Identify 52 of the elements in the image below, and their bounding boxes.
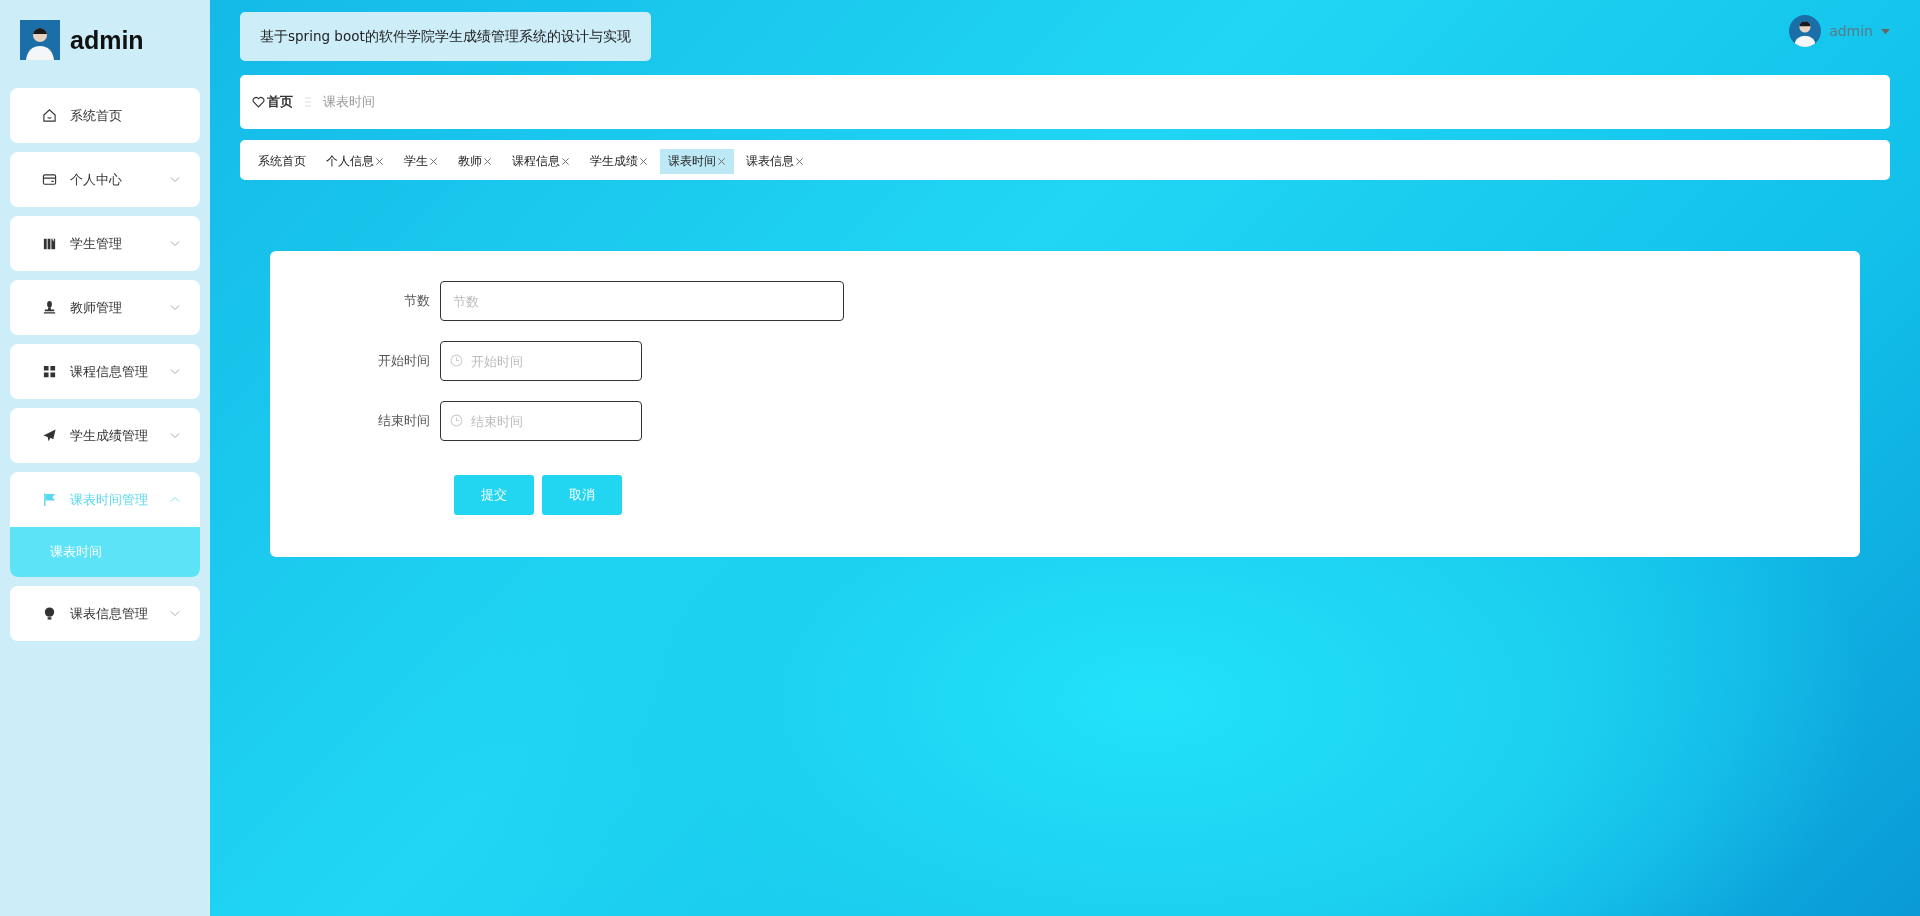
tab[interactable]: 个人信息: [318, 149, 392, 174]
time-picker-field[interactable]: 结束时间: [440, 401, 642, 441]
tab[interactable]: 课程信息: [504, 149, 578, 174]
close-icon[interactable]: [483, 157, 492, 166]
tab[interactable]: 课表时间: [660, 149, 734, 174]
grid-icon: [42, 364, 57, 379]
caret-icon: [1881, 27, 1890, 35]
home-icon: [42, 108, 57, 123]
flag-icon: [42, 492, 57, 507]
tab[interactable]: 学生成绩: [582, 149, 656, 174]
breadcrumb-link[interactable]: 首页: [267, 93, 293, 111]
close-icon[interactable]: [795, 157, 804, 166]
field-label: 结束时间: [377, 412, 431, 430]
avatar: [1789, 15, 1822, 47]
menu-item[interactable]: 学生成绩管理: [10, 408, 200, 463]
close-icon[interactable]: [375, 157, 384, 166]
clock-icon: [450, 354, 463, 367]
menu-item[interactable]: 系统首页: [10, 88, 200, 143]
close-icon[interactable]: [717, 157, 726, 166]
time-picker-field[interactable]: 开始时间: [440, 341, 642, 381]
chevron-up-icon: [170, 496, 180, 503]
chevron-down-icon: [170, 432, 180, 439]
breadcrumb-item: 课表时间: [323, 93, 375, 111]
clock-icon: [450, 414, 463, 427]
tab[interactable]: 课表信息: [738, 149, 812, 174]
paper-plane-icon: [42, 428, 57, 443]
card-icon: [42, 172, 57, 187]
tab[interactable]: 学生: [396, 149, 446, 174]
input-field[interactable]: 节数: [440, 281, 844, 321]
books-icon: [42, 236, 57, 251]
close-icon[interactable]: [639, 157, 648, 166]
chevron-down-icon: [170, 368, 180, 375]
menu-item[interactable]: 课程信息管理: [10, 344, 200, 399]
close-icon[interactable]: [561, 157, 570, 166]
chevron-down-icon: [170, 610, 180, 617]
tab[interactable]: 系统首页: [250, 149, 314, 174]
menu-item[interactable]: 个人中心: [10, 152, 200, 207]
bulb-icon: [42, 606, 57, 621]
avatar: [20, 20, 60, 60]
system-title: 基于spring boot的软件学院学生成绩管理系统的设计与实现: [240, 12, 651, 61]
heart-icon: [252, 96, 265, 108]
user-name: admin: [70, 25, 144, 55]
field-label: 开始时间: [377, 352, 431, 370]
menu-item[interactable]: 课表信息管理: [10, 586, 200, 641]
close-icon[interactable]: [429, 157, 438, 166]
menu-item[interactable]: 学生管理: [10, 216, 200, 271]
chevron-down-icon: [170, 304, 180, 311]
tab[interactable]: 教师: [450, 149, 500, 174]
chevron-down-icon: [170, 240, 180, 247]
menu-item[interactable]: 教师管理: [10, 280, 200, 335]
chevron-down-icon: [170, 176, 180, 183]
field-label: 节数: [403, 292, 431, 310]
